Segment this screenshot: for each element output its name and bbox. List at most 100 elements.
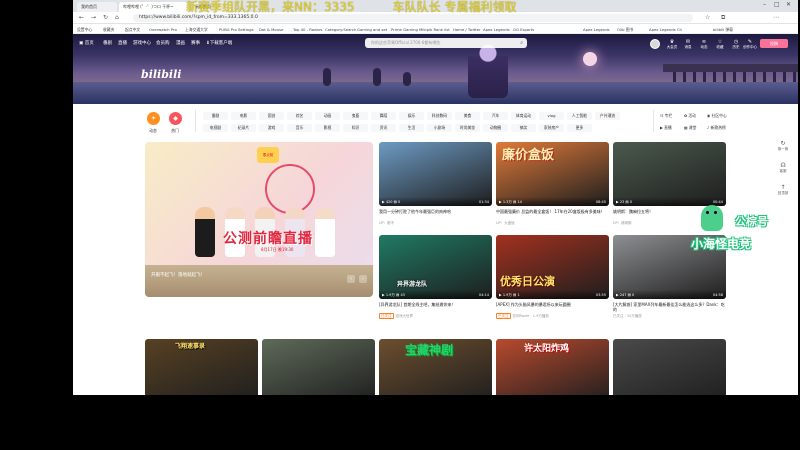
bookmark-item[interactable]: Apex Legends Ch (649, 26, 682, 33)
video-thumbnail[interactable] (613, 339, 726, 395)
star-icon[interactable]: ☆ (705, 14, 710, 21)
bookmark-item[interactable]: Apex Legends (483, 26, 510, 33)
bookmark-item[interactable]: Overwatch Pro (149, 26, 177, 33)
bookmark-item[interactable]: Apex Legends (583, 26, 610, 33)
video-thumbnail[interactable]: ▶ 23 ▤ 0 00:44 (613, 142, 726, 206)
video-uploader[interactable]: 已关注 · 10万播放 (613, 314, 726, 319)
video-title[interactable]: 中国最强廉价 总监的最全盒饭！ 17年在20盒饭极有多美味！ (496, 209, 609, 219)
video-thumbnail[interactable]: 宝藏神剧 (379, 339, 492, 395)
video-title[interactable]: 我用一分钟打败了他今年最强巨的肉神哈 (379, 209, 492, 219)
bookmark-item[interactable]: 上海交通大学 (185, 26, 208, 33)
channel-chip[interactable]: 国创 (259, 112, 284, 120)
next-arrow-icon[interactable]: › (359, 275, 367, 283)
video-uploader[interactable]: 已关注 游戏大世界 (379, 313, 492, 319)
bookmark-item[interactable]: Mikipik Rank list (419, 26, 450, 33)
tab-home[interactable]: 我的首页 (77, 2, 117, 12)
video-card[interactable]: 廉价盒饭 ▶ 1.3万 ▤ 14 08:45 中国最强廉价 总监的最全盒饭！ 17年在… (496, 142, 609, 226)
refresh-button[interactable]: ↻ 换一换 (770, 140, 796, 160)
bookmark-item[interactable]: Dot & Mouse (259, 26, 283, 33)
bookmark-item[interactable]: Category:Search (325, 26, 356, 33)
channel-chip[interactable]: 游戏 (259, 124, 284, 132)
channel-chip[interactable]: 生活 (399, 124, 424, 132)
tab-bilibili[interactable]: 哔哩哔哩 (゜-゜)つロ 干杯~ (119, 2, 189, 12)
video-uploader[interactable]: UP：大盘饭 (496, 221, 609, 226)
bookmark-item[interactable]: Top 40 - Radars (293, 26, 322, 33)
channel-chip[interactable]: 体育运动 (511, 112, 536, 120)
channel-chip[interactable]: 娱乐 (399, 112, 424, 120)
carousel-caption[interactable]: 开服不起飞！落地就起飞！ (151, 272, 205, 278)
extensions-icon[interactable]: ⧉ (721, 14, 725, 22)
menu-icon[interactable]: ⋯ (773, 14, 779, 21)
channel-chip[interactable]: 汽车 (483, 112, 508, 120)
channel-chip[interactable]: 舞蹈 (371, 112, 396, 120)
bookmark-item[interactable]: Gaming and set (357, 26, 387, 33)
video-uploader[interactable]: 已关注 凯利Razer · 1.9万播放 (496, 313, 609, 319)
video-card[interactable]: ▶ 420 ▤ 0 01:34 我用一分钟打败了他今年最强巨的肉神哈 UP：都不 (379, 142, 492, 226)
nav-anime[interactable]: 番剧 (103, 40, 112, 46)
channel-chip[interactable]: 小剧场 (427, 124, 452, 132)
search-input[interactable]: 你的这些苹果Official 2700-6都有哪些 ⌕ (365, 38, 527, 48)
home-icon[interactable]: ⌂ (115, 14, 119, 21)
bookmark-item[interactable]: Home / Twitter (453, 26, 481, 33)
bookmark-item[interactable]: 设置中心 (77, 26, 92, 33)
channel-chip[interactable]: 时尚美妆 (455, 124, 480, 132)
video-card[interactable] (613, 339, 726, 395)
video-title[interactable]: [APEX] 作为头脑风暴的暴君所以来玩圆圈 (496, 302, 609, 312)
prev-arrow-icon[interactable]: ‹ (347, 275, 355, 283)
avatar[interactable] (650, 39, 660, 49)
video-card[interactable] (262, 339, 375, 395)
video-thumbnail[interactable]: 优秀日公演 ▶ 1.9万 ▤ 1 03:55 (496, 235, 609, 299)
video-title[interactable]: [大片解惑] 家里MAX列车最新最佳怎么能选这么多？Dank：吃的 (613, 302, 726, 312)
channel-chip[interactable]: 综艺 (287, 112, 312, 120)
channel-chip[interactable]: 科技数码 (427, 112, 452, 120)
side-channel-link[interactable]: ☷ 专栏 (660, 113, 672, 119)
video-thumbnail[interactable]: 许太阳炸鸡 (496, 339, 609, 395)
video-card[interactable]: 飞翔速事录 (145, 339, 258, 395)
channel-chip[interactable]: 番剧 (203, 112, 228, 120)
back-icon[interactable]: ← (79, 14, 84, 21)
channel-chip[interactable]: 鬼畜 (343, 112, 368, 120)
channel-chip[interactable]: 动画 (315, 112, 340, 120)
side-channel-link[interactable]: ✿ 活动 (684, 113, 696, 119)
channel-chip[interactable]: 纪录片 (231, 124, 256, 132)
video-thumbnail[interactable]: 廉价盒饭 ▶ 1.3万 ▤ 14 08:45 (496, 142, 609, 206)
video-title[interactable]: [异界游龙队] 首期全线主吧，集结邀你来！ (379, 302, 492, 312)
bookmark-item[interactable]: bilibili 弹幕 (713, 26, 733, 33)
creator-button[interactable]: ✎ 创作中心 (741, 39, 759, 50)
side-channel-link[interactable]: ◉ 社区中心 (707, 113, 727, 119)
url-input[interactable]: https://www.bilibili.com/?spm_id_from=33… (133, 14, 693, 22)
close-icon[interactable]: ✕ (786, 1, 791, 8)
nav-download[interactable]: ⬇下载客户端 (206, 40, 232, 46)
carousel-dots[interactable] (151, 285, 198, 288)
channel-chip[interactable]: 知识 (343, 124, 368, 132)
video-card[interactable]: 许太阳炸鸡 (496, 339, 609, 395)
video-thumbnail[interactable]: 异界游龙队 ▶ 1.9万 ▤ 43 04:14 (379, 235, 492, 299)
hero-carousel[interactable]: 零点前 公测前瞻直播 8月17日 晚19:30 开服不起飞！落地就起飞！ ‹ › (145, 142, 373, 297)
channel-chip[interactable]: 家装房产 (539, 124, 564, 132)
support-button[interactable]: ☊ 客服 (770, 162, 796, 182)
video-thumbnail[interactable] (262, 339, 375, 395)
channel-chip[interactable]: 资讯 (371, 124, 396, 132)
nav-esports[interactable]: 赛事 (191, 40, 200, 46)
nav-manga[interactable]: 漫画 (176, 40, 185, 46)
upload-button[interactable]: 投稿 (760, 39, 788, 48)
channel-chip[interactable]: 美食 (455, 112, 480, 120)
bookmark-item[interactable]: GG Esports (513, 26, 534, 33)
nav-home[interactable]: ▣ 首页 (79, 40, 94, 46)
bilibili-logo[interactable]: bilibili (141, 68, 181, 81)
back-to-top-button[interactable]: ↑ 回顶部 (770, 184, 796, 204)
bookmark-item[interactable]: Olib 图书 (617, 26, 633, 33)
channel-chip[interactable]: 影视 (315, 124, 340, 132)
side-channel-link[interactable]: ▦ 课堂 (684, 125, 696, 131)
forward-icon[interactable]: → (91, 14, 96, 21)
channel-chip[interactable]: vlog (539, 112, 564, 120)
dynamic-icon[interactable]: ✦ (147, 112, 160, 125)
channel-chip[interactable]: 动物圈 (483, 124, 508, 132)
nav-live[interactable]: 直播 (118, 40, 127, 46)
side-channel-link[interactable]: ▶ 直播 (660, 125, 672, 131)
channel-chip[interactable]: 搞笑 (511, 124, 536, 132)
bookmark-item[interactable]: Prime Gaming (391, 26, 418, 33)
channel-chip[interactable]: 电视剧 (203, 124, 228, 132)
video-card[interactable]: 优秀日公演 ▶ 1.9万 ▤ 1 03:55 [APEX] 作为头脑风暴的暴君所以来玩… (496, 235, 609, 319)
bookmark-item[interactable]: 收藏夹 (103, 26, 114, 33)
